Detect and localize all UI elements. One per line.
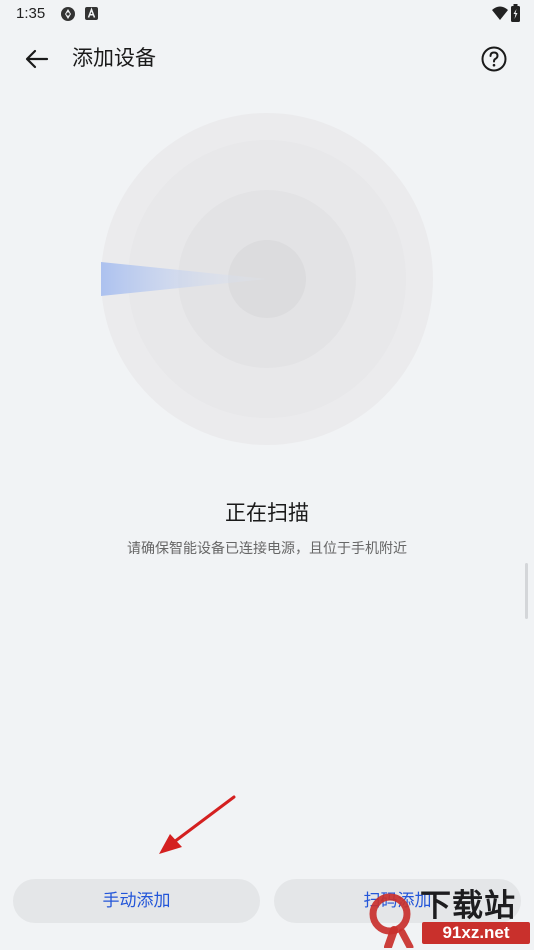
status-time: 1:35	[16, 5, 46, 22]
battery-charging-icon	[511, 4, 520, 22]
screen: 1:35 添加设备 正在扫描 请确保智能设备已连接电源，且位于手机附近 手动添加…	[0, 0, 534, 950]
question-circle-icon	[481, 46, 507, 72]
page-title: 添加设备	[72, 46, 156, 70]
watermark-logo-icon	[369, 893, 414, 948]
help-button[interactable]	[480, 45, 508, 73]
watermark-url: 91xz.net	[422, 922, 530, 944]
back-button[interactable]	[22, 44, 52, 74]
scan-status-title: 正在扫描	[225, 501, 309, 525]
scan-status-subtitle: 请确保智能设备已连接电源，且位于手机附近	[127, 541, 407, 557]
arrow-left-icon	[25, 49, 49, 69]
scrollbar[interactable]	[525, 563, 528, 619]
status-bar: 1:35	[0, 0, 534, 28]
annotation-arrow-icon	[159, 795, 236, 854]
watermark-title: 下载站	[420, 888, 516, 924]
manual-add-button[interactable]: 手动添加	[13, 879, 260, 923]
site-watermark: 下载站 91xz.net	[362, 886, 534, 950]
wifi-icon	[492, 6, 508, 20]
aperture-icon	[61, 7, 75, 21]
radar-scan-graphic	[101, 113, 433, 445]
a-badge-icon	[85, 7, 98, 20]
app-bar: 添加设备	[0, 34, 534, 82]
